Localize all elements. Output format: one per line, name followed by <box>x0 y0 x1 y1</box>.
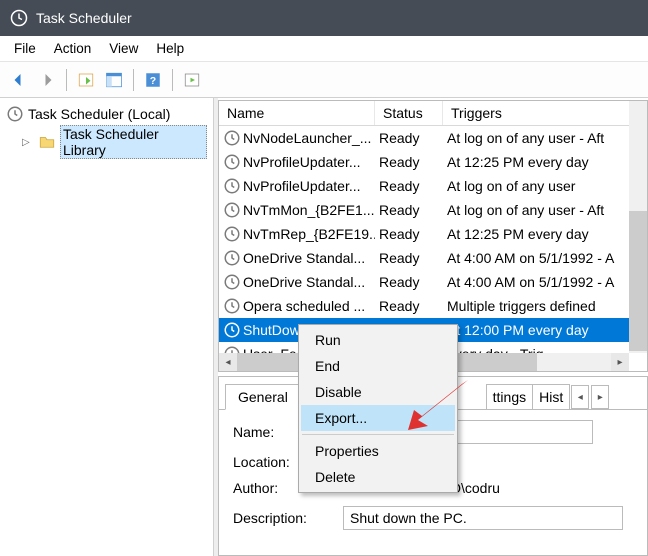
task-row[interactable]: Opera scheduled ... ReadyMultiple trigger… <box>219 294 647 318</box>
task-row[interactable]: NvProfileUpdater... ReadyAt 12:25 PM ever… <box>219 150 647 174</box>
toolbar-divider-2 <box>133 69 134 91</box>
tree-library[interactable]: ▷ Task Scheduler Library <box>20 124 209 160</box>
menu-export[interactable]: Export... <box>301 405 455 431</box>
window-title: Task Scheduler <box>36 10 132 26</box>
menu-disable[interactable]: Disable <box>301 379 455 405</box>
scroll-left-icon[interactable]: ◂ <box>219 353 237 371</box>
task-name: OneDrive Standal... <box>243 274 365 290</box>
toolbar: ? <box>0 62 648 98</box>
menu-end[interactable]: End <box>301 353 455 379</box>
title-bar: Task Scheduler <box>0 0 648 36</box>
task-status: Ready <box>375 250 443 266</box>
task-triggers: At log on of any user - Aft <box>443 130 647 146</box>
task-triggers: At 12:25 PM every day <box>443 154 647 170</box>
tab-scroll-left-icon[interactable]: ◂ <box>571 385 589 409</box>
tree-pane-button[interactable] <box>101 67 127 93</box>
task-status: Ready <box>375 178 443 194</box>
tree-root-label: Task Scheduler (Local) <box>28 106 207 122</box>
clock-icon <box>10 9 28 27</box>
task-triggers: At 12:25 PM every day <box>443 226 647 242</box>
tab-settings[interactable]: ttings <box>486 384 533 410</box>
vertical-scrollbar[interactable] <box>629 101 647 353</box>
task-row[interactable]: OneDrive Standal... ReadyAt 4:00 AM on 5/… <box>219 270 647 294</box>
column-status[interactable]: Status <box>375 101 443 125</box>
task-name-cell: OneDrive Standal... <box>219 273 375 291</box>
menu-view[interactable]: View <box>101 39 146 58</box>
menu-separator <box>302 434 454 435</box>
vertical-scrollbar-thumb[interactable] <box>629 211 647 351</box>
task-name: NvTmRep_{B2FE19... <box>243 226 375 242</box>
task-row[interactable]: OneDrive Standal... ReadyAt 4:00 AM on 5/… <box>219 246 647 270</box>
task-name-cell: NvTmRep_{B2FE19... <box>219 225 375 243</box>
back-button[interactable] <box>6 67 32 93</box>
menu-help[interactable]: Help <box>148 39 192 58</box>
scroll-right-icon[interactable]: ▸ <box>611 353 629 371</box>
task-triggers: At log on of any user <box>443 178 647 194</box>
menu-bar: File Action View Help <box>0 36 648 62</box>
folder-icon <box>38 133 56 151</box>
task-triggers: At 4:00 AM on 5/1/1992 - A <box>443 250 647 266</box>
menu-file[interactable]: File <box>6 39 44 58</box>
task-name-cell: NvProfileUpdater... <box>219 153 375 171</box>
task-name-cell: Opera scheduled ... <box>219 297 375 315</box>
menu-delete[interactable]: Delete <box>301 464 455 490</box>
task-row[interactable]: NvTmRep_{B2FE19...ReadyAt 12:25 PM every… <box>219 222 647 246</box>
task-name-cell: NvNodeLauncher_... <box>219 129 375 147</box>
task-row[interactable]: NvNodeLauncher_...ReadyAt log on of any … <box>219 126 647 150</box>
clock-icon <box>6 105 24 123</box>
task-name-cell: NvProfileUpdater... <box>219 177 375 195</box>
task-status: Ready <box>375 130 443 146</box>
help-button[interactable]: ? <box>140 67 166 93</box>
task-triggers: At 12:00 PM every day <box>443 322 647 338</box>
run-pane-button[interactable] <box>179 67 205 93</box>
menu-properties[interactable]: Properties <box>301 438 455 464</box>
task-status: Ready <box>375 226 443 242</box>
menu-run[interactable]: Run <box>301 327 455 353</box>
tab-history[interactable]: Hist <box>532 384 570 410</box>
task-name: NvTmMon_{B2FE1... <box>243 202 375 218</box>
action-pane-button[interactable] <box>73 67 99 93</box>
tree-root[interactable]: Task Scheduler (Local) <box>4 104 209 124</box>
task-name: NvProfileUpdater... <box>243 154 361 170</box>
navigation-tree: Task Scheduler (Local) ▷ Task Scheduler … <box>0 98 214 556</box>
task-status: Ready <box>375 298 443 314</box>
task-status: Ready <box>375 274 443 290</box>
context-menu: Run End Disable Export... Properties Del… <box>298 324 458 493</box>
task-row[interactable]: NvProfileUpdater... ReadyAt log on of any… <box>219 174 647 198</box>
column-triggers[interactable]: Triggers <box>443 101 647 125</box>
tab-scroll-right-icon[interactable]: ▸ <box>591 385 609 409</box>
task-triggers: At log on of any user - Aft <box>443 202 647 218</box>
task-name: Opera scheduled ... <box>243 298 365 314</box>
forward-button[interactable] <box>34 67 60 93</box>
toolbar-divider <box>66 69 67 91</box>
label-description: Description: <box>233 510 333 526</box>
tree-library-label: Task Scheduler Library <box>60 125 207 159</box>
menu-action[interactable]: Action <box>46 39 100 58</box>
task-name: NvProfileUpdater... <box>243 178 361 194</box>
svg-text:?: ? <box>150 74 156 86</box>
task-status: Ready <box>375 202 443 218</box>
task-status: Ready <box>375 154 443 170</box>
caret-icon: ▷ <box>22 137 34 148</box>
description-field[interactable] <box>343 506 623 530</box>
tab-general[interactable]: General <box>225 384 301 410</box>
task-name-cell: OneDrive Standal... <box>219 249 375 267</box>
task-name: OneDrive Standal... <box>243 250 365 266</box>
column-name[interactable]: Name <box>219 101 375 125</box>
task-triggers: At 4:00 AM on 5/1/1992 - A <box>443 274 647 290</box>
toolbar-divider-3 <box>172 69 173 91</box>
task-name-cell: NvTmMon_{B2FE1... <box>219 201 375 219</box>
column-headers: Name Status Triggers <box>219 101 647 126</box>
task-name: NvNodeLauncher_... <box>243 130 371 146</box>
task-row[interactable]: NvTmMon_{B2FE1...ReadyAt log on of any u… <box>219 198 647 222</box>
task-triggers: Multiple triggers defined <box>443 298 647 314</box>
